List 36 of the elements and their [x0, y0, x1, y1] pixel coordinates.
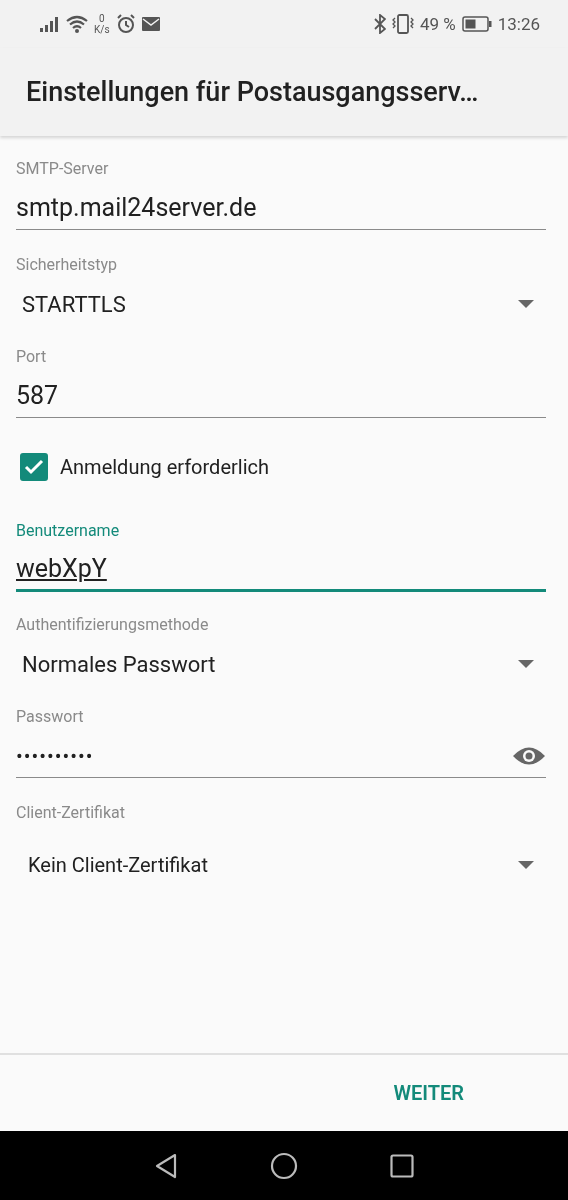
- dropdown[interactable]: STARTTLS: [16, 276, 546, 326]
- network-unit: K/s: [94, 24, 110, 35]
- password-field[interactable]: ••••••••••: [16, 728, 546, 778]
- field-label: Passwort: [16, 706, 85, 728]
- next-button[interactable]: WEITER: [389, 1073, 468, 1113]
- field-label: SMTP-Server: [16, 158, 110, 180]
- battery-percentage: 49 %: [419, 14, 456, 34]
- home-icon[interactable]: [270, 1151, 298, 1180]
- battery-icon: [461, 16, 492, 32]
- field-label: Benutzername: [16, 520, 121, 542]
- wifi-icon: [66, 15, 88, 33]
- field-label: Port: [16, 346, 48, 368]
- alarm-clock-icon: [115, 14, 136, 34]
- check-icon: [24, 459, 44, 475]
- mail-icon: [141, 17, 160, 31]
- field-label: Authentifizierungsmethode: [16, 614, 210, 636]
- checkbox-label: Anmeldung erforderlich: [60, 455, 269, 479]
- bluetooth-icon: [373, 14, 386, 34]
- input-field[interactable]: smtp.mail24server.de: [16, 180, 546, 230]
- screen-title: Einstellungen für Postausgangsserv…: [26, 76, 479, 108]
- dropdown-arrow-icon: [518, 660, 534, 668]
- signal-icon: [40, 16, 60, 32]
- recent-apps-icon[interactable]: [390, 1153, 414, 1178]
- network-speed: 0: [98, 13, 105, 24]
- field-label: Sicherheitstyp: [16, 254, 118, 276]
- dropdown[interactable]: Normales Passwort: [16, 636, 546, 686]
- clock-time: 13:26: [497, 14, 540, 34]
- dropdown-arrow-icon: [518, 861, 534, 869]
- dropdown[interactable]: Kein Client-Zertifikat: [16, 824, 546, 900]
- input-field[interactable]: 587: [16, 368, 546, 418]
- back-icon[interactable]: [154, 1152, 178, 1179]
- input-field[interactable]: webXpY: [16, 542, 546, 592]
- checkbox[interactable]: [20, 453, 48, 481]
- dropdown-arrow-icon: [518, 300, 534, 308]
- field-label: Client-Zertifikat: [16, 802, 126, 824]
- vibrate-icon: [391, 14, 414, 34]
